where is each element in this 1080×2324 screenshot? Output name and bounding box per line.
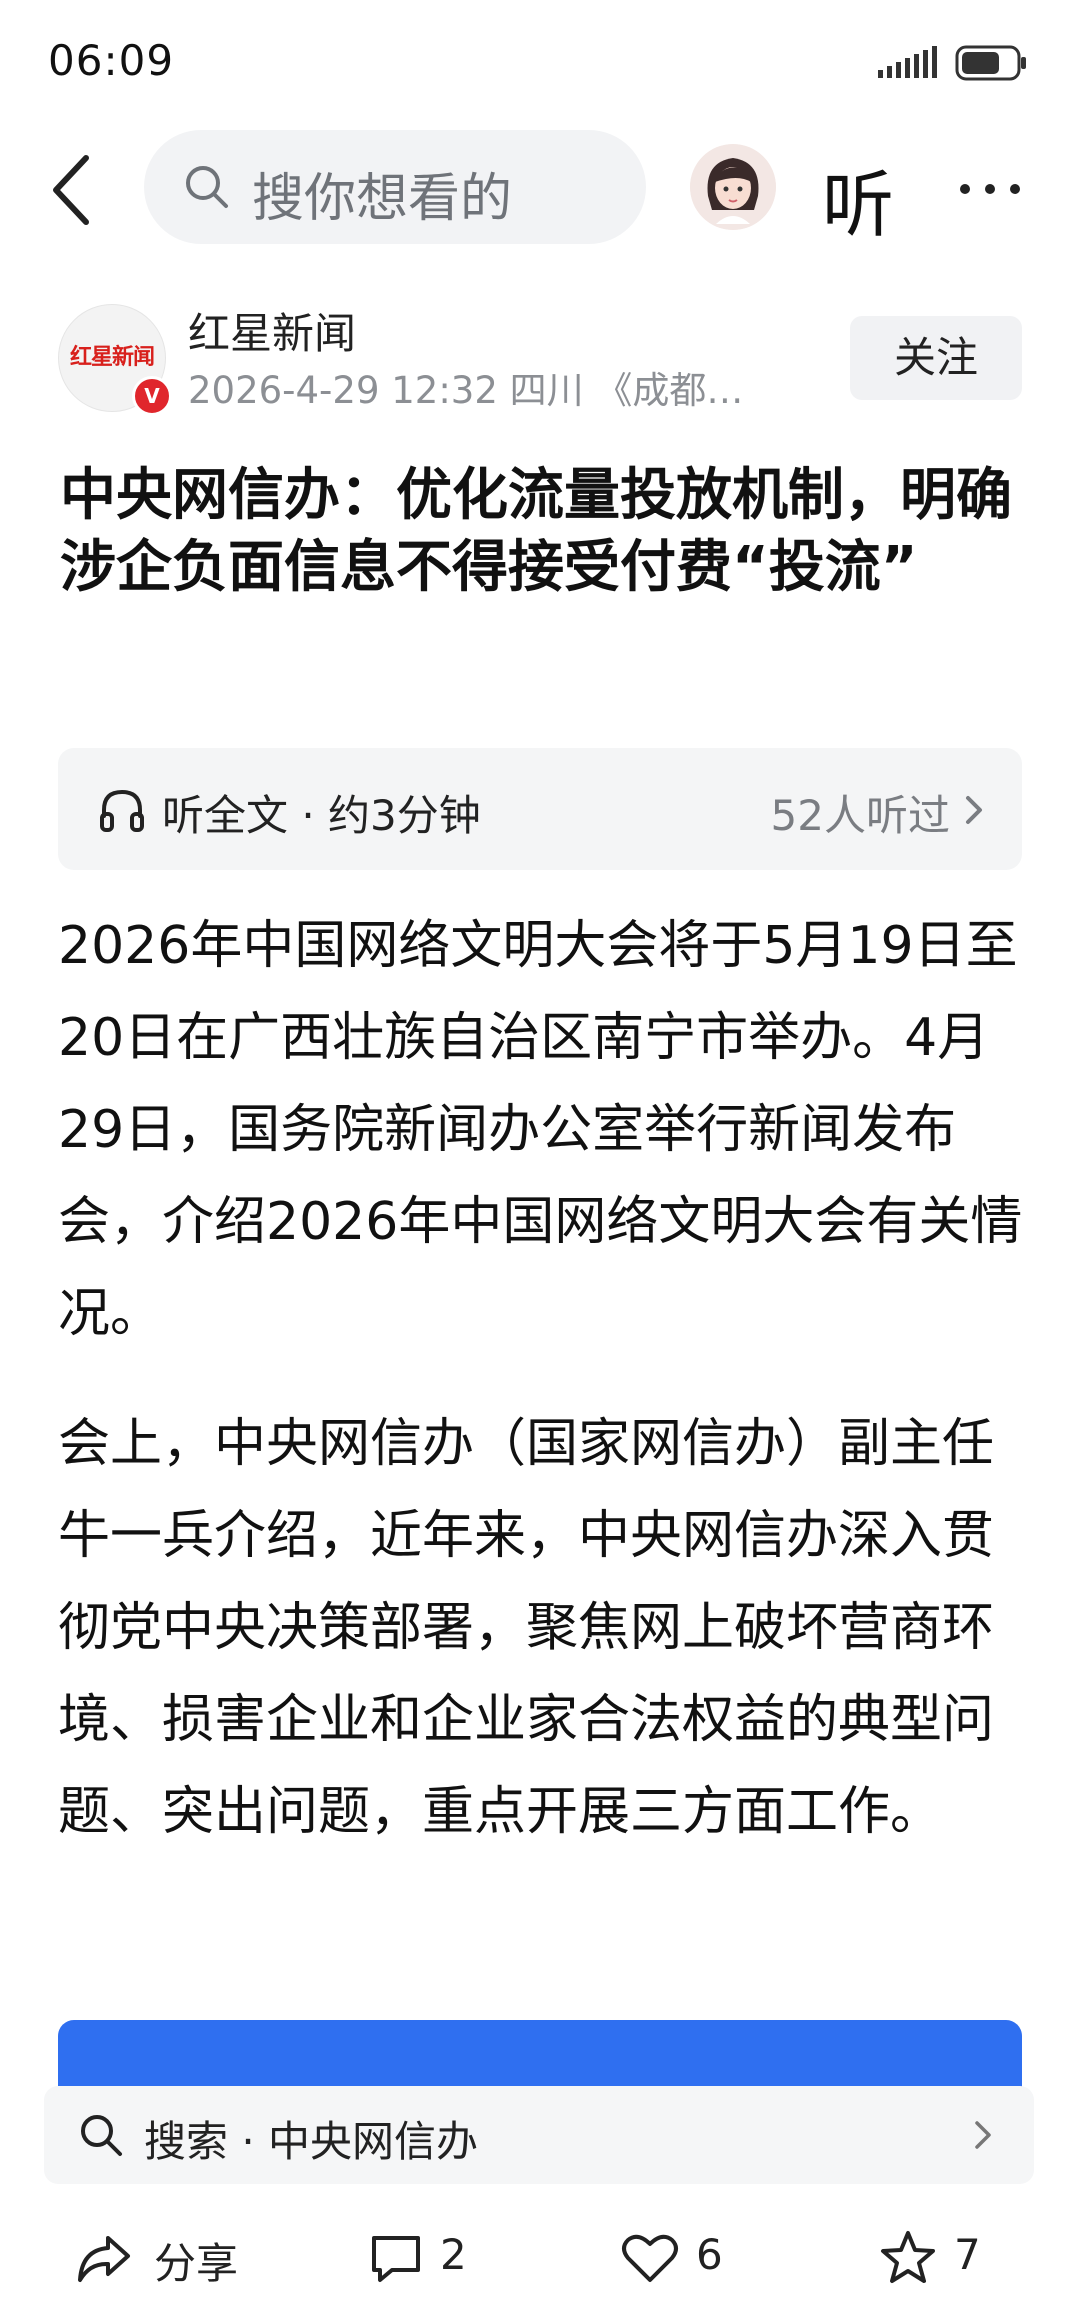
favorite-count: 7 — [954, 2230, 981, 2279]
star-icon — [881, 2231, 935, 2283]
like-count: 6 — [696, 2230, 723, 2279]
share-button[interactable]: 分享 — [74, 2226, 274, 2296]
search-input[interactable]: 搜你想看的 — [144, 130, 646, 244]
author-row: 红星新闻 V 红星新闻 2026-4-29 12:32 四川 《成都… 关注 — [0, 300, 1080, 420]
more-horizontal-icon[interactable] — [955, 154, 1025, 224]
article-paragraph-1: 2026年中国网络文明大会将于5月19日至20日在广西壮族自治区南宁市举办。4月… — [58, 916, 1023, 1344]
headphone-icon — [100, 789, 144, 832]
share-label: 分享 — [154, 2239, 239, 2288]
heart-icon — [622, 2234, 678, 2282]
chevron-right-icon — [966, 796, 982, 824]
listen-button[interactable]: 听 — [822, 146, 894, 251]
favorite-button[interactable]: 7 — [878, 2226, 1018, 2296]
source-logo-text: 红星新闻 — [69, 344, 155, 370]
search-placeholder: 搜你想看的 — [252, 169, 513, 229]
source-name[interactable]: 红星新闻 — [188, 300, 356, 361]
comment-count: 2 — [440, 2230, 467, 2279]
battery-icon — [955, 45, 1026, 81]
avatar-illustration — [690, 144, 776, 230]
chevron-left-icon[interactable] — [44, 150, 104, 230]
share-icon — [78, 2236, 130, 2282]
article-paragraph-2: 会上，中央网信办（国家网信办）副主任牛一兵介绍，近年来，中央网信办深入贯彻党中央… — [58, 1414, 995, 1842]
comment-button[interactable]: 2 — [366, 2226, 506, 2296]
comment-icon — [372, 2236, 420, 2282]
verified-badge-icon: V — [132, 376, 172, 416]
chevron-right-icon — [975, 2121, 991, 2149]
listen-label: 听全文 · 约3分钟 — [162, 791, 481, 840]
avatar[interactable] — [690, 144, 776, 230]
search-icon — [186, 166, 228, 208]
search-icon — [81, 2115, 122, 2156]
listen-count: 52人听过 — [770, 791, 950, 840]
signal-icon — [878, 46, 937, 78]
status-bar: 06:09 — [0, 0, 1080, 130]
search-suggestion-bar[interactable]: 搜索 · 中央网信办 — [44, 2086, 1034, 2184]
like-button[interactable]: 6 — [620, 2226, 760, 2296]
follow-button[interactable]: 关注 — [850, 316, 1022, 400]
article-title: 中央网信办：优化流量投放机制，明确涉企负面信息不得接受付费“投流” — [60, 463, 1012, 600]
search-suggestion-text: 搜索 · 中央网信办 — [144, 2117, 479, 2166]
status-time: 06:09 — [48, 36, 175, 85]
listen-full-text-bar[interactable]: 听全文 · 约3分钟 52人听过 — [58, 748, 1022, 870]
bottom-action-bar: 分享 2 6 7 — [0, 2190, 1080, 2324]
top-nav: 搜你想看的 听 — [0, 130, 1080, 250]
source-meta: 2026-4-29 12:32 四川 《成都… — [188, 369, 744, 412]
